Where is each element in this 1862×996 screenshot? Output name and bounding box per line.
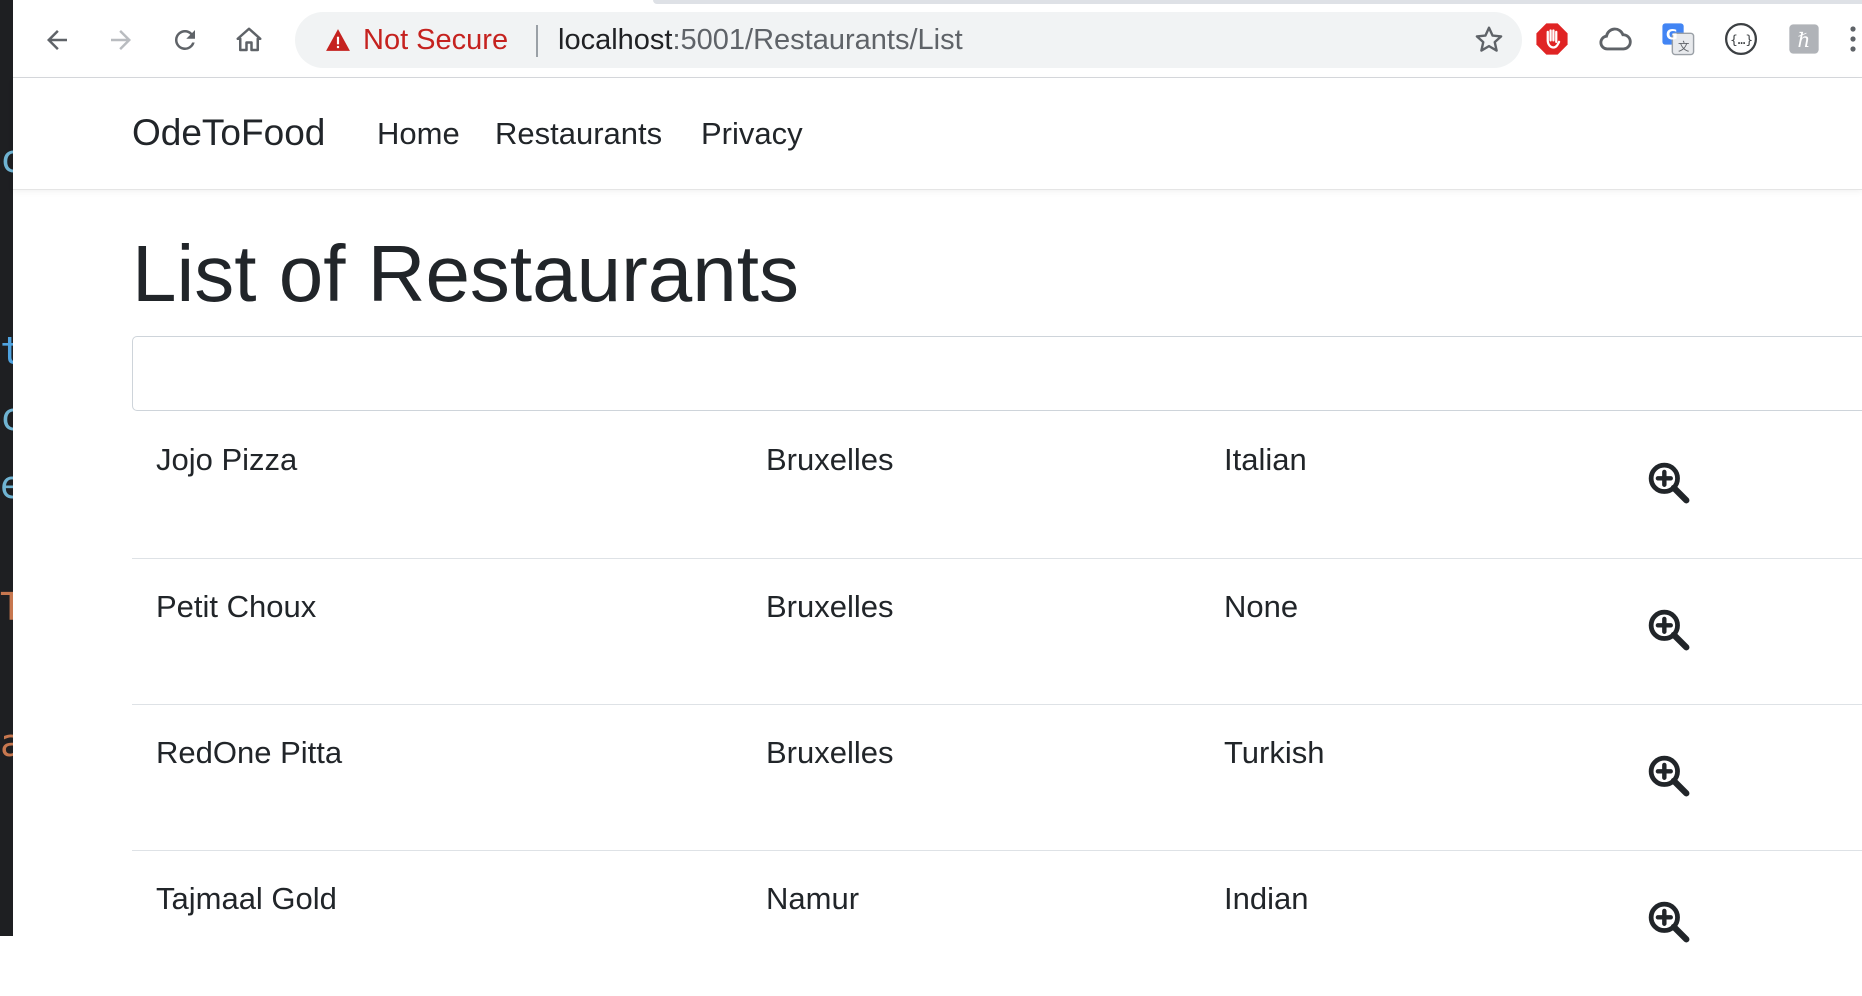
- zoom-in-icon: [1648, 609, 1690, 651]
- tab-strip: [653, 0, 1862, 4]
- cloud-extension-button[interactable]: [1596, 20, 1634, 58]
- letter-h-icon: ℏ: [1789, 24, 1819, 54]
- adblock-extension-button[interactable]: [1533, 20, 1571, 58]
- kebab-menu-icon: [1850, 26, 1856, 52]
- table-row: Tajmaal Gold Namur Indian: [132, 850, 1862, 996]
- restaurant-cuisine: Italian: [1224, 442, 1307, 477]
- svg-text:ℏ: ℏ: [1797, 28, 1810, 52]
- extension-h-button[interactable]: ℏ: [1785, 20, 1823, 58]
- restaurant-name: Tajmaal Gold: [156, 881, 337, 916]
- table-row: Jojo Pizza Bruxelles Italian: [132, 412, 1862, 558]
- more-extensions-edge[interactable]: [1843, 20, 1862, 58]
- translate-icon: G文: [1662, 23, 1695, 56]
- nav-link-home[interactable]: Home: [377, 116, 460, 152]
- restaurant-name: Petit Choux: [156, 589, 317, 624]
- restaurant-location: Bruxelles: [766, 589, 894, 624]
- braces-icon: {…}: [1724, 22, 1758, 56]
- zoom-in-icon: [1648, 901, 1690, 943]
- url-text[interactable]: localhost:5001/Restaurants/List: [558, 24, 963, 57]
- home-button[interactable]: [227, 18, 271, 62]
- details-link[interactable]: [1646, 753, 1690, 797]
- svg-text:文: 文: [1678, 39, 1689, 53]
- reload-icon: [174, 29, 195, 50]
- url-path: :5001/Restaurants/List: [672, 24, 963, 56]
- cloud-icon: [1599, 27, 1632, 51]
- back-button[interactable]: [35, 18, 79, 62]
- editor-glyph: t: [0, 329, 13, 373]
- table-row: RedOne Pitta Bruxelles Turkish: [132, 704, 1862, 850]
- reload-button[interactable]: [163, 18, 207, 62]
- editor-glyph: e: [0, 463, 13, 507]
- restaurant-cuisine: Indian: [1224, 881, 1309, 916]
- restaurant-name: Jojo Pizza: [156, 442, 298, 477]
- table-row: Petit Choux Bruxelles None: [132, 558, 1862, 704]
- editor-glyph: T: [0, 585, 13, 629]
- omnibox-divider: [536, 25, 538, 57]
- zoom-in-icon: [1648, 755, 1690, 797]
- restaurant-cuisine: None: [1224, 589, 1299, 624]
- restaurant-location: Namur: [766, 881, 860, 916]
- json-extension-button[interactable]: {…}: [1722, 20, 1760, 58]
- restaurant-name: RedOne Pitta: [156, 735, 343, 770]
- editor-glyph: c: [0, 137, 13, 181]
- security-status[interactable]: Not Secure: [363, 24, 508, 57]
- svg-text:{…}: {…}: [1730, 33, 1753, 48]
- svg-text:G: G: [1666, 28, 1678, 44]
- restaurant-location: Bruxelles: [766, 735, 894, 770]
- zoom-in-icon: [1648, 462, 1690, 504]
- search-input[interactable]: [132, 336, 1862, 411]
- details-link[interactable]: [1646, 899, 1690, 943]
- page-title: List of Restaurants: [132, 229, 799, 318]
- restaurant-cuisine: Turkish: [1224, 735, 1325, 770]
- url-host: localhost: [558, 24, 673, 56]
- address-bar[interactable]: Not Secure localhost:5001/Restaurants/Li…: [295, 12, 1522, 68]
- nav-link-privacy[interactable]: Privacy: [701, 116, 803, 152]
- browser-toolbar: Not Secure localhost:5001/Restaurants/Li…: [13, 0, 1862, 78]
- home-icon: [236, 27, 262, 52]
- stop-hand-icon: [1536, 23, 1568, 55]
- editor-glyph: c: [0, 395, 13, 439]
- restaurant-location: Bruxelles: [766, 442, 894, 477]
- site-brand-link[interactable]: OdeToFood: [132, 112, 325, 154]
- details-link[interactable]: [1646, 607, 1690, 651]
- nav-link-restaurants[interactable]: Restaurants: [495, 116, 662, 152]
- arrow-right-icon: [111, 30, 131, 50]
- editor-glyph: a: [0, 721, 13, 765]
- arrow-left-icon: [47, 30, 67, 50]
- star-icon[interactable]: [1473, 24, 1505, 56]
- translate-extension-button[interactable]: G文: [1659, 20, 1697, 58]
- background-editor-strip: c t c e T a: [0, 0, 13, 936]
- site-navbar: OdeToFood Home Restaurants Privacy: [13, 78, 1862, 190]
- warning-triangle-icon: [326, 29, 350, 51]
- details-link[interactable]: [1646, 460, 1690, 504]
- forward-button[interactable]: [99, 18, 143, 62]
